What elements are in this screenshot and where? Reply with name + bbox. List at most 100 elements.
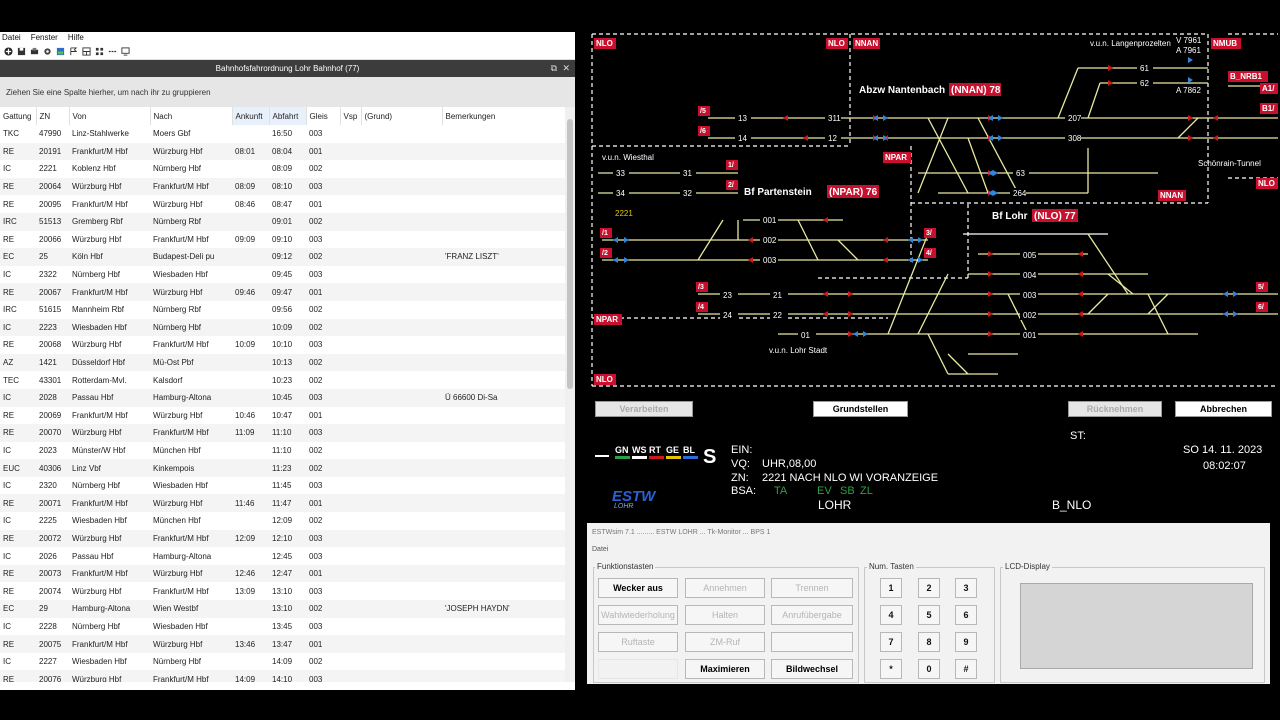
vertical-scrollbar[interactable] xyxy=(565,107,575,682)
verarbeiten-button[interactable]: Verarbeiten xyxy=(595,401,693,417)
column-header[interactable]: Gattung xyxy=(0,107,37,125)
table-row[interactable]: IC 2225 Wiesbaden Hbf München Hbf 12:09 002 xyxy=(0,512,572,530)
table-row[interactable]: TEC 43301 Rotterdam-Mvl. Kalsdorf 10:23 002 xyxy=(0,371,572,389)
column-header[interactable]: Abfahrt xyxy=(269,107,307,125)
ruftaste-button[interactable]: Ruftaste xyxy=(598,632,678,652)
image-icon[interactable] xyxy=(56,47,65,56)
ruecknehmen-button[interactable]: Rücknehmen xyxy=(1068,401,1162,417)
num-key-1[interactable]: 1 xyxy=(880,578,902,598)
column-header[interactable]: Gleis xyxy=(306,107,341,125)
table-cell: 002 xyxy=(309,305,323,315)
halten-button[interactable]: Halten xyxy=(685,605,765,625)
table-row[interactable]: TKC 47990 Linz-Stahlwerke Moers Gbf 16:50 003 xyxy=(0,125,572,143)
table-row[interactable]: RE 20064 Würzburg Hbf Frankfurt/M Hbf 08:09 0… xyxy=(0,177,572,196)
table-row[interactable]: RE 20073 Frankfurt/M Hbf Würzburg Hbf 12:46 1… xyxy=(0,564,572,583)
table-row[interactable]: IRC 51615 Mannheim Rbf Nürnberg Rbf 09:56 002 xyxy=(0,301,572,319)
column-header[interactable]: ZN xyxy=(36,107,70,125)
column-header[interactable]: Bemerkungen xyxy=(442,107,573,125)
table-row[interactable]: IC 2221 Koblenz Hbf Nürnberg Hbf 08:09 002 xyxy=(0,160,572,178)
annehmen-button[interactable]: Annehmen xyxy=(685,578,765,598)
empty-key-button[interactable] xyxy=(771,632,853,652)
table-row[interactable]: IRC 51513 Gremberg Rbf Nürnberg Rbf 09:01 002 xyxy=(0,212,572,231)
table-row[interactable]: IC 2228 Nürnberg Hbf Wiesbaden Hbf 13:45 003 xyxy=(0,618,572,636)
table-cell: 001 xyxy=(306,635,340,653)
anrufuebergabe-button[interactable]: Anrufübergabe xyxy=(771,605,853,625)
table-row[interactable]: EUC 40306 Linz Vbf Kinkempois 11:23 002 xyxy=(0,459,572,477)
num-key-4[interactable]: 4 xyxy=(880,605,902,625)
num-key-2[interactable]: 2 xyxy=(918,578,940,598)
more-icon[interactable] xyxy=(108,47,117,56)
table-cell: IC xyxy=(0,388,36,407)
table-row[interactable]: RE 20076 Würzburg Hbf Frankfurt/M Hbf 14:09 1… xyxy=(0,670,572,682)
table-row[interactable]: IC 2223 Wiesbaden Hbf Nürnberg Hbf 10:09 002 xyxy=(0,318,572,337)
num-key-9[interactable]: 9 xyxy=(955,632,977,652)
menu-datei[interactable]: Datei xyxy=(2,33,21,42)
num-key-8[interactable]: 8 xyxy=(918,632,940,652)
table-row[interactable]: IC 2023 Münster/W Hbf München Hbf 11:10 002 xyxy=(0,442,572,460)
table-row[interactable]: RE 20072 Würzburg Hbf Frankfurt/M Hbf 12:09 1… xyxy=(0,529,572,548)
grundstellen-button[interactable]: Grundstellen xyxy=(813,401,908,417)
num-key-6[interactable]: 6 xyxy=(955,605,977,625)
wecker-aus-button[interactable]: Wecker aus xyxy=(598,578,678,598)
scrollbar-thumb[interactable] xyxy=(567,119,573,389)
table-row[interactable]: RE 20070 Würzburg Hbf Frankfurt/M Hbf 11:09 1… xyxy=(0,424,572,442)
table-row[interactable]: AZ 1421 Düsseldorf Hbf Mü-Ost Pbf 10:13 002 xyxy=(0,353,572,372)
table-row[interactable]: RE 20095 Frankfurt/M Hbf Würzburg Hbf 08:46 0… xyxy=(0,195,572,213)
maximieren-button[interactable]: Maximieren xyxy=(685,659,765,679)
num-key-5[interactable]: 5 xyxy=(918,605,940,625)
num-key-star[interactable]: * xyxy=(880,659,902,679)
num-key-3[interactable]: 3 xyxy=(955,578,977,598)
table-row[interactable]: RE 20074 Würzburg Hbf Frankfurt/M Hbf 13:09 1… xyxy=(0,582,572,600)
save-icon[interactable] xyxy=(17,47,26,56)
table-row[interactable]: IC 2227 Wiesbaden Hbf Nürnberg Hbf 14:09 002 xyxy=(0,653,572,671)
menu-fenster[interactable]: Fenster xyxy=(31,33,58,42)
table-row[interactable]: RE 20068 Würzburg Hbf Frankfurt/M Hbf 10:09 1… xyxy=(0,336,572,354)
trennen-button[interactable]: Trennen xyxy=(771,578,853,598)
grid-icon[interactable] xyxy=(95,47,104,56)
table-row[interactable]: EC 25 Köln Hbf Budapest-Deli pu 09:12 002 'FRA… xyxy=(0,248,572,266)
table-row[interactable]: RE 20069 Frankfurt/M Hbf Würzburg Hbf 10:46 1… xyxy=(0,407,572,425)
abbrechen-button[interactable]: Abbrechen xyxy=(1175,401,1272,417)
add-icon[interactable] xyxy=(4,46,13,56)
table-row[interactable]: IC 2320 Nürnberg Hbf Wiesbaden Hbf 11:45 003 xyxy=(0,477,572,495)
track-number-label: 005 xyxy=(1023,251,1037,260)
popout-icon[interactable]: ⧉ xyxy=(551,63,557,74)
table-cell: 11:47 xyxy=(269,494,306,513)
num-key-hash[interactable]: # xyxy=(955,659,977,679)
monitor-icon[interactable] xyxy=(121,46,130,56)
column-header[interactable]: Vsp xyxy=(340,107,362,125)
column-header[interactable]: (Grund) xyxy=(361,107,443,125)
table-cell: IRC xyxy=(3,305,17,315)
table-cell: 10:09 xyxy=(269,318,306,337)
table-row[interactable]: RE 20067 Frankfurt/M Hbf Würzburg Hbf 09:46 0… xyxy=(0,283,572,301)
table-row[interactable]: IC 2028 Passau Hbf Hamburg-Altona 10:45 003 Ü … xyxy=(0,388,572,407)
num-key-7[interactable]: 7 xyxy=(880,632,902,652)
column-header[interactable]: Nach xyxy=(150,107,233,125)
close-icon[interactable]: ✕ xyxy=(562,63,570,74)
layout-icon[interactable] xyxy=(82,46,91,56)
wahlwiederholung-button[interactable]: Wahlwiederholung xyxy=(598,605,678,625)
tk-menu-datei[interactable]: Datei xyxy=(592,546,608,553)
table-row[interactable]: IC 2026 Passau Hbf Hamburg-Altona 12:45 003 xyxy=(0,547,572,565)
menu-hilfe[interactable]: Hilfe xyxy=(68,33,84,42)
group-drop-area[interactable]: Ziehen Sie eine Spalte hierher, um nach … xyxy=(0,77,575,107)
table-row[interactable]: RE 20191 Frankfurt/M Hbf Würzburg Hbf 08:01 0… xyxy=(0,142,572,161)
table-row[interactable]: IC 2322 Nürnberg Hbf Wiesbaden Hbf 09:45 003 xyxy=(0,266,572,284)
bildwechsel-button[interactable]: Bildwechsel xyxy=(771,659,853,679)
table-cell: Würzburg Hbf xyxy=(72,340,122,350)
zm-ruf-button[interactable]: ZM-Ruf xyxy=(685,632,765,652)
settings-icon[interactable] xyxy=(43,47,52,56)
table-cell: 002 xyxy=(309,657,323,667)
table-row[interactable]: EC 29 Hamburg-Altona Wien Westbf 13:10 002 'JO… xyxy=(0,600,572,618)
table-cell: Hamburg-Altona xyxy=(153,551,212,561)
table-row[interactable]: RE 20066 Würzburg Hbf Frankfurt/M Hbf 09:09 0… xyxy=(0,231,572,249)
print-icon[interactable] xyxy=(30,47,39,56)
table-row[interactable]: RE 20071 Frankfurt/M Hbf Würzburg Hbf 11:46 1… xyxy=(0,494,572,513)
column-header[interactable]: Ankunft xyxy=(232,107,270,125)
table-row[interactable]: RE 20075 Frankfurt/M Hbf Würzburg Hbf 13:46 1… xyxy=(0,635,572,653)
flag-icon[interactable] xyxy=(69,46,78,56)
column-header[interactable]: Von xyxy=(69,107,151,125)
table-cell: EUC xyxy=(0,459,36,477)
table-cell: RE xyxy=(3,340,15,350)
num-key-0[interactable]: 0 xyxy=(918,659,940,679)
